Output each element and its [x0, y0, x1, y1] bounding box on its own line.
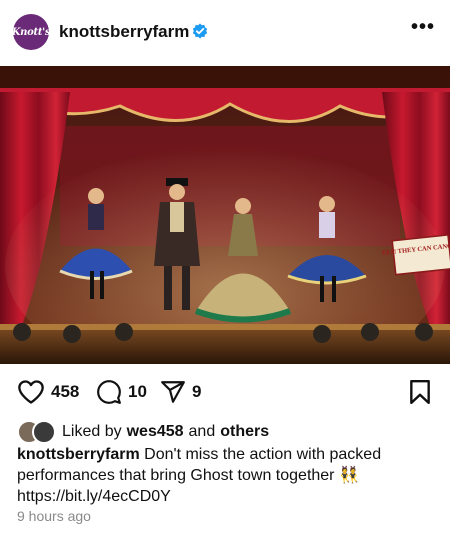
- post-header: Knott's knottsberryfarm •••: [0, 0, 450, 62]
- post-actions: 458 10 9: [0, 374, 450, 410]
- avatar-logo-text: Knott's: [11, 26, 51, 38]
- caption-username[interactable]: knottsberryfarm: [17, 446, 140, 463]
- verified-badge-icon: [192, 23, 208, 39]
- profile-avatar[interactable]: Knott's: [11, 14, 51, 50]
- post-username[interactable]: knottsberryfarm: [59, 22, 189, 42]
- liked-and: and: [188, 423, 216, 440]
- liked-user[interactable]: wes458: [127, 423, 184, 441]
- bookmark-icon: [410, 379, 430, 405]
- comment-action[interactable]: 10: [96, 374, 147, 410]
- post-timestamp: 9 hours ago: [17, 508, 91, 524]
- liked-by-row[interactable]: Liked by wes458 and others: [17, 420, 269, 444]
- post-image[interactable]: YES! THEY CAN CANCAN: [0, 66, 450, 364]
- liked-others[interactable]: others: [220, 423, 269, 441]
- comment-icon: [97, 380, 121, 404]
- post-caption: knottsberryfarm Don't miss the action wi…: [17, 444, 437, 507]
- save-action[interactable]: [409, 374, 431, 410]
- likes-count: 458: [51, 382, 80, 401]
- caption-link[interactable]: https://bit.ly/4ecCD0Y: [17, 488, 171, 505]
- like-action[interactable]: 458: [17, 374, 79, 410]
- liker-avatar-2: [32, 420, 56, 444]
- share-icon: [161, 381, 185, 403]
- heart-icon: [18, 380, 44, 404]
- shares-count: 9: [192, 382, 202, 401]
- liked-prefix: Liked by: [62, 423, 122, 440]
- comments-count: 10: [128, 382, 147, 401]
- more-options-icon[interactable]: •••: [411, 17, 435, 37]
- share-action[interactable]: 9: [160, 374, 201, 410]
